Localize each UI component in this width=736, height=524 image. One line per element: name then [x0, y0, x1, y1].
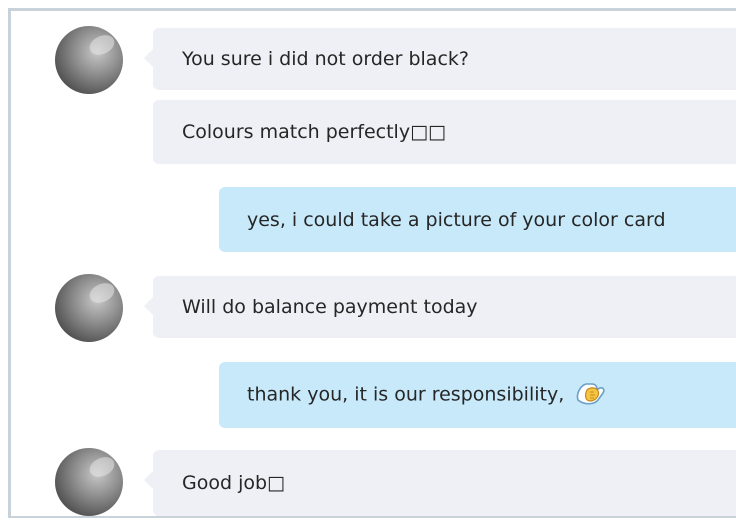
clapping-hands-icon — [574, 380, 608, 406]
contact-avatar[interactable] — [55, 274, 123, 342]
contact-avatar[interactable] — [55, 26, 123, 94]
message-text: You sure i did not order black? — [182, 48, 469, 70]
window-border-bottom — [8, 516, 736, 518]
message-bubble-outgoing[interactable]: thank you, it is our responsibility, — [219, 362, 736, 428]
message-text: Colours match perfectly□□ — [182, 121, 446, 143]
contact-avatar[interactable] — [55, 448, 123, 516]
message-bubble-incoming[interactable]: Will do balance payment today — [144, 276, 736, 338]
window-border-top — [8, 8, 736, 11]
message-bubble-outgoing[interactable]: yes, i could take a picture of your colo… — [219, 187, 736, 252]
message-text: Will do balance payment today — [182, 296, 478, 318]
window-border-left — [8, 8, 11, 518]
message-bubble-incoming[interactable]: Colours match perfectly□□ — [153, 100, 736, 164]
message-content: thank you, it is our responsibility, — [247, 382, 608, 408]
message-text: Good job□ — [182, 472, 285, 494]
message-text: thank you, it is our responsibility, — [247, 383, 565, 406]
message-bubble-incoming[interactable]: Good job□ — [144, 450, 736, 516]
message-bubble-incoming[interactable]: You sure i did not order black? — [144, 28, 736, 90]
chat-window: You sure i did not order black? Colours … — [0, 0, 736, 524]
message-text: yes, i could take a picture of your colo… — [247, 208, 666, 231]
